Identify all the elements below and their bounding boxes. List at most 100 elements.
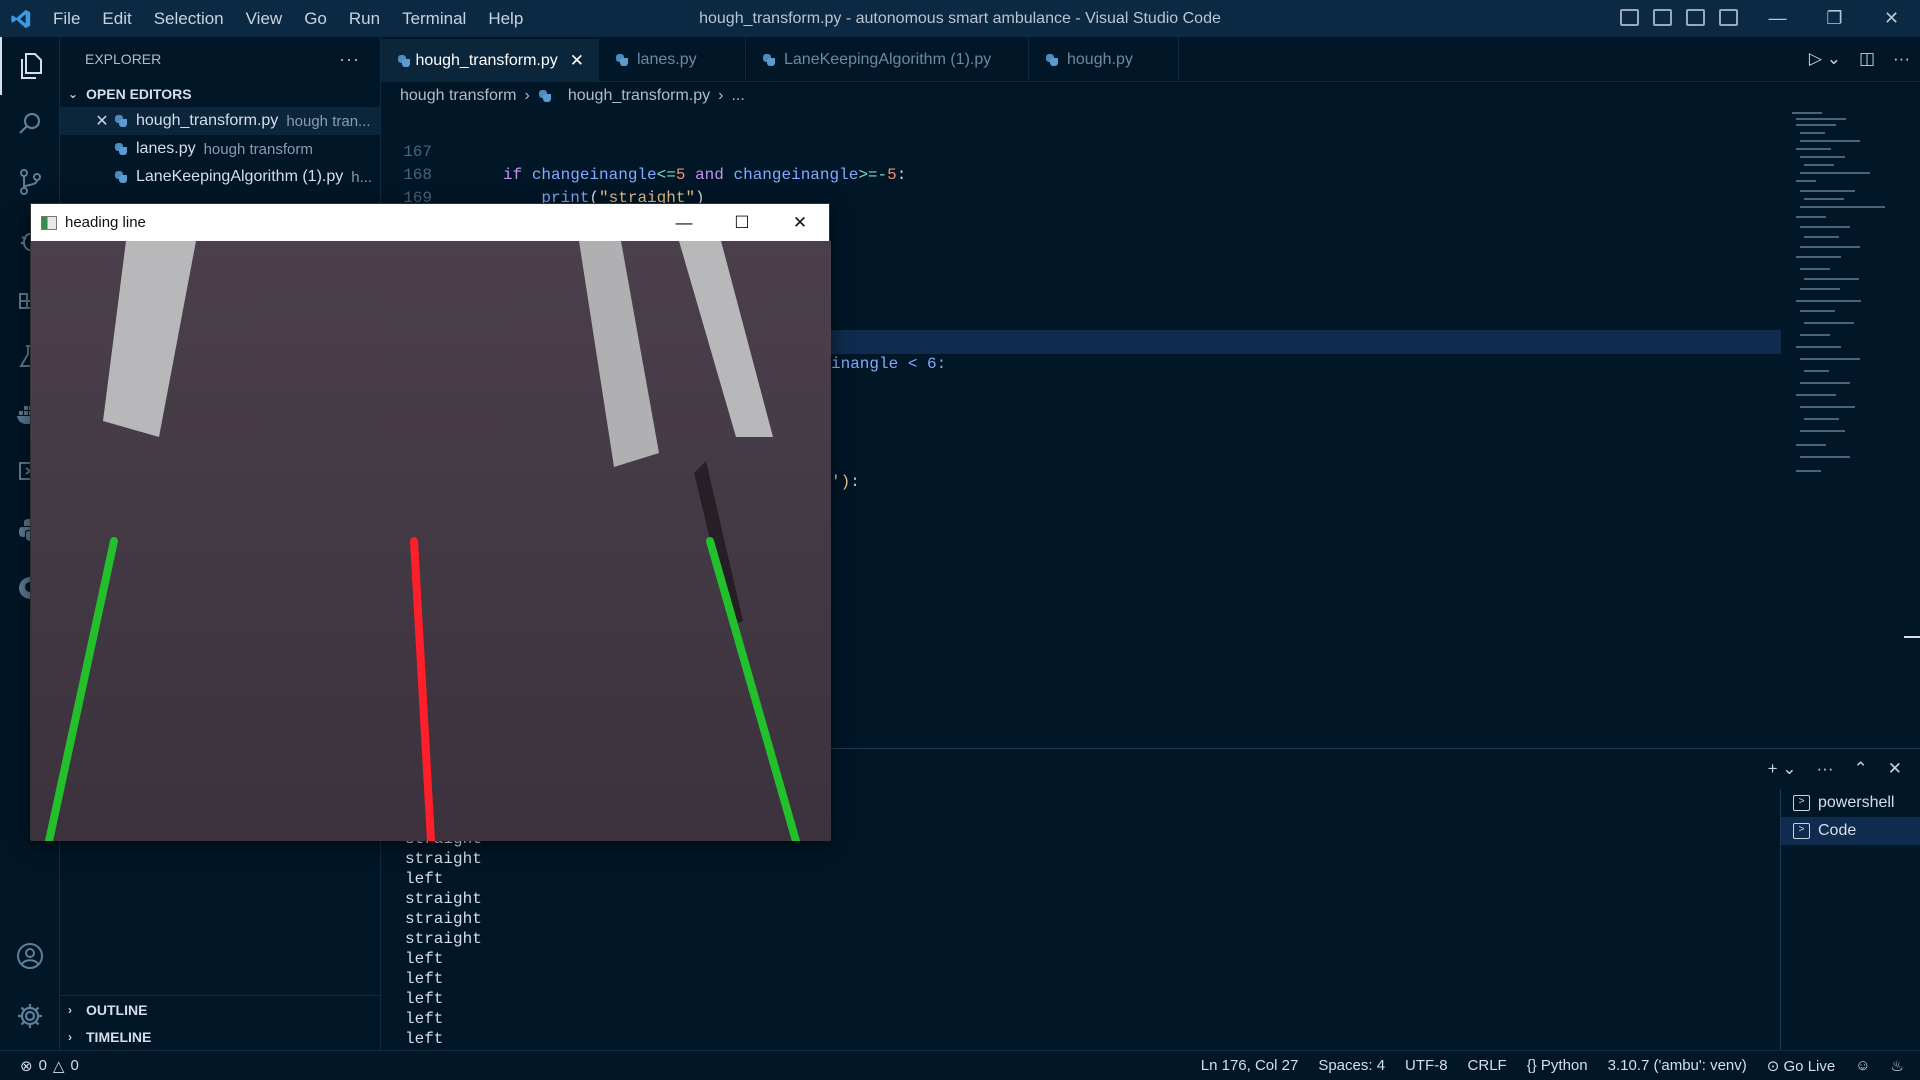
open-editor-desc: hough tran...: [286, 112, 371, 130]
terminal-name: powershell: [1818, 794, 1895, 811]
tab-lane-keeping[interactable]: LaneKeepingAlgorithm (1).py: [746, 37, 1029, 82]
terminal-line: straight: [405, 930, 482, 948]
editor-tabs: hough_transform.py ✕ lanes.py LaneKeepin…: [381, 37, 1920, 82]
menu-run[interactable]: Run: [338, 0, 391, 37]
open-editor-item[interactable]: lanes.py hough transform: [60, 135, 380, 163]
new-terminal-icon[interactable]: + ⌄: [1768, 759, 1797, 779]
terminal-item-powershell[interactable]: > powershell: [1781, 789, 1920, 817]
restore-button[interactable]: ❐: [1806, 0, 1863, 37]
open-editor-name: hough_transform.py: [136, 112, 279, 129]
terminal-icon: >: [1793, 795, 1810, 811]
feedback-icon[interactable]: ☺: [1855, 1057, 1870, 1074]
minimap[interactable]: [1790, 110, 1910, 490]
breadcrumb-more[interactable]: ...: [731, 87, 744, 105]
end-of-line[interactable]: CRLF: [1468, 1057, 1507, 1074]
maximize-button[interactable]: ☐: [713, 204, 771, 241]
window-controls: — ☐ ✕: [655, 204, 829, 241]
close-panel-icon[interactable]: ✕: [1888, 759, 1902, 779]
error-count: 0: [38, 1056, 47, 1074]
window-titlebar[interactable]: heading line — ☐ ✕: [31, 204, 829, 241]
encoding[interactable]: UTF-8: [1405, 1057, 1448, 1074]
toggle-primary-sidebar-icon[interactable]: [1620, 9, 1639, 26]
close-tab-icon[interactable]: ✕: [570, 51, 584, 71]
terminal-name: Code: [1818, 822, 1857, 839]
terminal-list: > powershell > Code: [1780, 789, 1920, 1051]
tab-hough-transform[interactable]: hough_transform.py ✕: [381, 37, 599, 82]
open-editor-name: LaneKeepingAlgorithm (1).py: [136, 168, 344, 185]
code-line: 167 if changeinangle<=5 and changeinangl…: [381, 118, 1781, 184]
menu-view[interactable]: View: [235, 0, 294, 37]
accounts-icon[interactable]: [0, 927, 60, 985]
terminal-line: left: [405, 1010, 444, 1028]
terminal-line: left: [405, 970, 444, 988]
more-actions-icon[interactable]: ···: [1893, 49, 1910, 69]
python-file-icon: [397, 54, 411, 68]
go-live-button[interactable]: ⊙ Go Live: [1767, 1057, 1835, 1075]
tab-hough[interactable]: hough.py: [1029, 37, 1179, 82]
menu-go[interactable]: Go: [293, 0, 338, 37]
code-fragment: inangle < 6:: [831, 355, 947, 373]
terminal-output[interactable]: straight straight left straight straight…: [405, 829, 482, 1049]
split-editor-icon[interactable]: ◫: [1859, 49, 1875, 69]
menu-edit[interactable]: Edit: [91, 0, 142, 37]
terminal-line: straight: [405, 910, 482, 928]
outline-title: OUTLINE: [86, 1001, 148, 1018]
toggle-panel-icon[interactable]: [1653, 9, 1672, 26]
settings-gear-icon[interactable]: [0, 987, 60, 1045]
minimize-button[interactable]: —: [655, 204, 713, 241]
app-icon: [41, 215, 57, 230]
terminal-line: straight: [405, 850, 482, 868]
toggle-secondary-sidebar-icon[interactable]: [1686, 9, 1705, 26]
go-live-label: Go Live: [1783, 1057, 1836, 1075]
error-icon: ⊗: [20, 1057, 33, 1075]
outline-section[interactable]: › OUTLINE: [60, 995, 381, 1023]
python-file-icon: [114, 170, 128, 184]
layout-controls: [1620, 9, 1738, 26]
search-icon[interactable]: [0, 95, 60, 153]
terminal-icon: >: [1793, 823, 1810, 839]
menu-file[interactable]: File: [42, 0, 91, 37]
close-editor-icon[interactable]: ✕: [90, 111, 114, 131]
chevron-down-icon: ⌄: [68, 87, 79, 101]
customize-layout-icon[interactable]: [1719, 9, 1738, 26]
tab-lanes[interactable]: lanes.py: [599, 37, 746, 82]
timeline-section[interactable]: › TIMELINE: [60, 1023, 381, 1050]
run-file-icon[interactable]: ▷ ⌄: [1809, 49, 1841, 69]
more-actions-icon[interactable]: ···: [1817, 759, 1834, 779]
breadcrumb-folder[interactable]: hough transform: [400, 87, 517, 105]
chevron-right-icon: ›: [524, 87, 530, 104]
problems-indicator[interactable]: ⊗ 0 △ 0: [20, 1057, 79, 1075]
editor-actions: ▷ ⌄ ◫ ···: [1809, 49, 1910, 69]
python-file-icon: [538, 89, 552, 103]
scrollbar-marker: [1904, 636, 1920, 638]
python-interpreter[interactable]: 3.10.7 ('ambu': venv): [1608, 1057, 1747, 1074]
close-window-button[interactable]: ✕: [771, 204, 829, 241]
chevron-right-icon: ›: [718, 87, 724, 104]
notifications-bell-icon[interactable]: ♨: [1891, 1057, 1904, 1075]
road-camera-image: [31, 241, 831, 841]
chevron-right-icon: ›: [68, 1029, 72, 1044]
breadcrumb-file[interactable]: hough_transform.py: [568, 87, 710, 105]
menu-bar: File Edit Selection View Go Run Terminal…: [42, 0, 534, 37]
cursor-position[interactable]: Ln 176, Col 27: [1201, 1057, 1299, 1074]
tab-label: hough_transform.py: [415, 51, 558, 69]
terminal-item-code[interactable]: > Code: [1781, 817, 1920, 845]
more-actions-icon[interactable]: ···: [339, 49, 360, 70]
indentation[interactable]: Spaces: 4: [1318, 1057, 1385, 1074]
menu-selection[interactable]: Selection: [143, 0, 235, 37]
menu-help[interactable]: Help: [477, 0, 534, 37]
broadcast-icon: ⊙: [1766, 1057, 1780, 1075]
open-editor-item[interactable]: ✕ hough_transform.py hough tran...: [60, 107, 380, 135]
python-file-icon: [1045, 53, 1059, 67]
close-window-button[interactable]: ✕: [1863, 0, 1920, 37]
heading-line-window[interactable]: heading line — ☐ ✕: [30, 203, 831, 841]
open-editors-section[interactable]: ⌄ OPEN EDITORS: [60, 81, 380, 107]
minimize-button[interactable]: —: [1749, 0, 1806, 37]
timeline-title: TIMELINE: [86, 1028, 152, 1045]
language-mode[interactable]: {} Python: [1527, 1057, 1588, 1074]
maximize-panel-icon[interactable]: ⌃: [1854, 759, 1868, 779]
status-bar: ⊗ 0 △ 0 Ln 176, Col 27 Spaces: 4 UTF-8 C…: [0, 1050, 1920, 1080]
open-editor-item[interactable]: LaneKeepingAlgorithm (1).py h...: [60, 163, 380, 191]
menu-terminal[interactable]: Terminal: [391, 0, 477, 37]
explorer-icon[interactable]: [0, 37, 60, 95]
